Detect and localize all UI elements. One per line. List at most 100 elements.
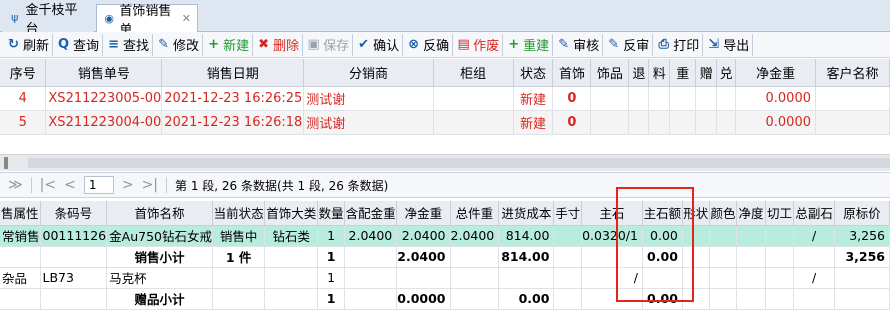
table-row[interactable]: 杂品 LB73 马克杯 1//: [0, 267, 890, 289]
column-header[interactable]: 料: [648, 59, 671, 87]
toolbar-label: 删除: [273, 39, 300, 54]
toolbar-label: 修改: [173, 39, 200, 54]
table-cell: 常销售: [0, 225, 41, 247]
table-cell: [450, 246, 500, 268]
table-cell: 2.0400: [450, 225, 500, 247]
table-cell: 1: [317, 267, 346, 289]
order-list-table: 序号 销售单号 销售日期 分销商 柜组 状态 首饰 饰品退料重赠兑净金重 客户名称 4 XS211…: [0, 59, 890, 135]
toolbar-button-edit[interactable]: ✎ 修改: [153, 33, 204, 56]
column-header[interactable]: 净金重: [396, 201, 451, 226]
toolbar-button-print[interactable]: ⎙ 打印: [653, 33, 704, 56]
table-cell: [396, 267, 451, 289]
table-cell: [709, 225, 738, 247]
subtotal-row[interactable]: 赠品小计 1 0.0000 0.00 0.00: [0, 288, 890, 310]
table-cell: 0: [552, 110, 592, 135]
column-header[interactable]: 数量: [317, 201, 346, 226]
table-cell: [736, 288, 766, 310]
last-page-icon[interactable]: >|: [142, 177, 158, 193]
toolbar-button-export[interactable]: ⇲ 导出: [703, 33, 754, 56]
column-header[interactable]: 总副石: [793, 201, 835, 226]
column-header[interactable]: 首饰名称: [106, 201, 213, 226]
column-header[interactable]: 分销商: [303, 59, 434, 87]
column-header[interactable]: 兑: [716, 59, 737, 87]
column-header[interactable]: 重: [669, 59, 697, 87]
horizontal-scrollbar[interactable]: [0, 154, 890, 171]
first-page-icon[interactable]: |<: [40, 177, 56, 193]
table-cell: [628, 86, 650, 111]
toolbar-button-audit[interactable]: ✎ 审核: [553, 33, 604, 56]
column-header[interactable]: 赠: [695, 59, 718, 87]
column-header[interactable]: 当前状态: [212, 201, 266, 226]
toolbar: ↻ 刷新 Q 查询 ≡ 查找 ✎ 修改 + 新建 ✖ 删除 ▣ 保存 ✔ 确认 ⊗ 反确 ▤ 作废 + 重建 ✎ 审核 ✎ 反审 ⎙…: [0, 32, 890, 58]
table-cell: [433, 86, 514, 111]
column-header[interactable]: 净度: [736, 201, 766, 226]
toolbar-button-unaudit[interactable]: ✎ 反审: [603, 33, 654, 56]
column-header[interactable]: 饰品: [590, 59, 630, 87]
detail-table: 售属性 条码号 首饰名称 当前状态 首饰大类 数量 含配金重 净金重 总件重 进货成本 手寸 主石 主石…: [0, 201, 890, 310]
edit-icon: ✎: [158, 37, 169, 52]
column-header[interactable]: 退: [628, 59, 650, 87]
toolbar-button-refresh[interactable]: ↻ 刷新: [3, 33, 54, 56]
close-icon[interactable]: ✕: [182, 12, 191, 25]
prev-page-icon[interactable]: <: [64, 177, 76, 193]
export-icon: ⇲: [708, 37, 720, 52]
column-header[interactable]: 首饰: [552, 59, 592, 87]
column-header[interactable]: 条码号: [40, 201, 108, 226]
toolbar-button-find[interactable]: ≡ 查找: [103, 33, 154, 56]
table-cell: 2021-12-23 16:26:25: [161, 86, 305, 111]
table-cell: [450, 288, 500, 310]
column-header[interactable]: 售属性: [0, 201, 41, 226]
toolbar-button-unconfirm[interactable]: ⊗ 反确: [403, 33, 454, 56]
column-header[interactable]: 客户名称: [815, 59, 890, 87]
pagination-bar: ≫ |< < 1 > >| 第 1 段, 26 条数据(共 1 段, 26 条数…: [0, 172, 890, 198]
table-cell: 4: [0, 86, 47, 111]
toolbar-button-delete[interactable]: ✖ 删除: [253, 33, 304, 56]
table-cell: [793, 288, 835, 310]
table-row[interactable]: 常销售 00111126 金Au750钻石女戒 销售中 钻石类 1 2.0400 2.0400…: [0, 225, 890, 247]
table-cell: [648, 86, 671, 111]
column-header[interactable]: 含配金重: [344, 201, 398, 226]
table-cell: 0.0000: [735, 86, 816, 111]
column-header[interactable]: 首饰大类: [264, 201, 319, 226]
column-header[interactable]: 手寸: [553, 201, 583, 226]
collapse-icon[interactable]: ≫: [8, 177, 23, 193]
table-cell: [669, 110, 697, 135]
scrollbar-thumb[interactable]: [28, 158, 890, 168]
toolbar-button-void[interactable]: ▤ 作废: [453, 33, 504, 56]
table-cell: [834, 267, 890, 289]
tab-platform[interactable]: ψ 金千枝平台: [2, 3, 94, 37]
table-cell: [736, 267, 766, 289]
table-cell: 5: [0, 110, 47, 135]
column-header[interactable]: 总件重: [450, 201, 500, 226]
column-header[interactable]: 原标价: [834, 201, 890, 226]
table-cell: [815, 86, 890, 111]
column-header[interactable]: 销售日期: [161, 59, 305, 87]
table-row[interactable]: 5 XS211223004-00 2021-12-23 16:26:18 测试谢 新建 0…: [0, 110, 890, 135]
table-cell: [695, 110, 718, 135]
toolbar-button-add[interactable]: + 新建: [203, 33, 254, 56]
toolbar-button-confirm[interactable]: ✔ 确认: [353, 33, 404, 56]
table-cell: [695, 86, 718, 111]
column-header[interactable]: 切工: [765, 201, 795, 226]
tab-sales-order[interactable]: ◉ 首饰销售单 ✕: [96, 4, 198, 38]
table-cell: XS211223004-00: [45, 110, 163, 135]
column-header[interactable]: 颜色: [709, 201, 738, 226]
column-header[interactable]: 进货成本: [498, 201, 555, 226]
toolbar-label: 新建: [223, 39, 250, 54]
table-cell: /: [793, 267, 835, 289]
confirm-icon: ✔: [358, 37, 370, 52]
column-header[interactable]: 柜组: [433, 59, 514, 87]
next-page-icon[interactable]: >: [122, 177, 134, 193]
table-cell: [40, 246, 108, 268]
column-header[interactable]: 净金重: [735, 59, 816, 87]
column-header[interactable]: 销售单号: [45, 59, 163, 87]
table-cell: 814.00: [498, 225, 555, 247]
subtotal-row[interactable]: 销售小计 1 件 1 2.0400 814.00 0.00 3,256: [0, 246, 890, 268]
toolbar-button-rebuild[interactable]: + 重建: [503, 33, 554, 56]
column-header[interactable]: 序号: [0, 59, 47, 87]
toolbar-button-search[interactable]: Q 查询: [53, 33, 104, 56]
toolbar-button-save[interactable]: ▣ 保存: [303, 33, 354, 56]
column-header[interactable]: 状态: [513, 59, 554, 87]
page-input[interactable]: 1: [83, 176, 114, 194]
table-row[interactable]: 4 XS211223005-00 2021-12-23 16:26:25 测试谢 新建 0…: [0, 86, 890, 111]
